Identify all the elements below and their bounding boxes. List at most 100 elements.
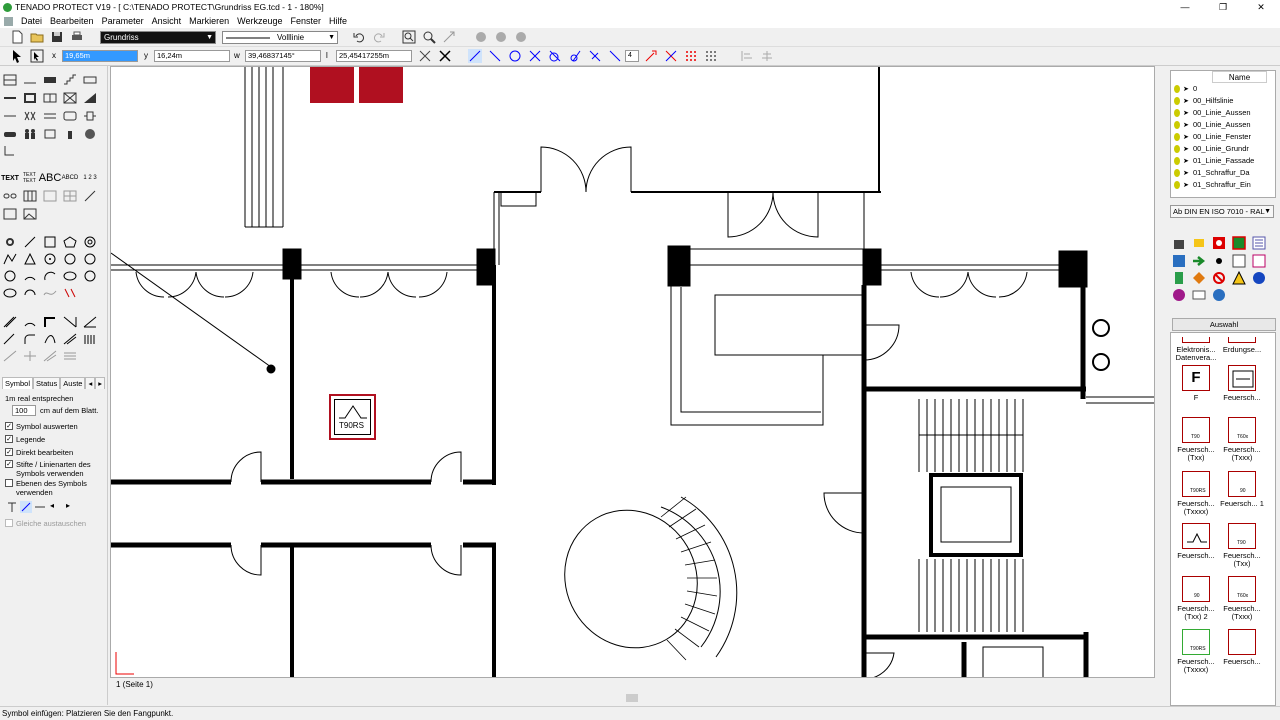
- symbol-item[interactable]: Elektronis... Datenvera...: [1173, 337, 1219, 362]
- hazard-diamond-icon[interactable]: [1192, 271, 1206, 285]
- scale-input[interactable]: 100: [12, 405, 36, 416]
- layer-row[interactable]: ➤ 00_Linie_Aussen: [1171, 107, 1271, 119]
- menu-datei[interactable]: Datei: [17, 16, 46, 26]
- polyline-icon[interactable]: [3, 253, 17, 265]
- pointer-icon[interactable]: ➤: [1183, 84, 1191, 95]
- layer-row[interactable]: ➤ 00_Hilfslinie: [1171, 95, 1271, 107]
- offset-icon[interactable]: [23, 316, 37, 328]
- snap-circle-icon[interactable]: [508, 49, 522, 63]
- pointer-icon[interactable]: ➤: [1183, 180, 1191, 191]
- furniture-icon[interactable]: [43, 128, 57, 140]
- tab-scroll-left[interactable]: ◂: [85, 377, 96, 389]
- symbol-item[interactable]: FF: [1173, 365, 1219, 402]
- cloud-download-icon[interactable]: [514, 30, 528, 44]
- cloud-sync-icon[interactable]: [474, 30, 488, 44]
- symbol-item[interactable]: T90RS Feuersch... (Txxxx): [1173, 471, 1219, 516]
- pointer-icon[interactable]: ➤: [1183, 156, 1191, 167]
- symbol-width-icon[interactable]: [34, 501, 46, 513]
- symbol-item[interactable]: Feuersch...: [1219, 629, 1265, 666]
- pointer-icon[interactable]: ➤: [1183, 144, 1191, 155]
- checkbox-box[interactable]: ✓: [5, 448, 13, 456]
- checkbox-symbol-auswerten[interactable]: ✓ Symbol auswerten: [5, 422, 105, 431]
- symbol-item[interactable]: Erdungse...: [1219, 337, 1265, 354]
- break-icon[interactable]: [3, 350, 17, 362]
- lightbulb-icon[interactable]: [1174, 181, 1180, 190]
- cancel-x-icon[interactable]: [438, 49, 452, 63]
- chamfer-icon[interactable]: [3, 333, 17, 345]
- print-icon[interactable]: [70, 30, 84, 44]
- grid-snap-icon[interactable]: [684, 49, 698, 63]
- checkbox-box[interactable]: ✓: [5, 460, 13, 468]
- symbol-item[interactable]: Feuersch...: [1219, 365, 1265, 402]
- layer-name-header[interactable]: Name: [1212, 71, 1267, 83]
- symbol-set-combo[interactable]: Ab DIN EN ISO 7010 - RAL ▼: [1170, 205, 1274, 218]
- image-icon[interactable]: [3, 208, 17, 220]
- menu-ansicht[interactable]: Ansicht: [148, 16, 186, 26]
- snap-free-icon[interactable]: [644, 49, 658, 63]
- first-aid-icon[interactable]: [1232, 236, 1246, 250]
- lightbulb-icon[interactable]: [1174, 133, 1180, 142]
- fillet-icon[interactable]: [23, 333, 37, 345]
- circle-3pt-icon[interactable]: [63, 253, 77, 265]
- symbol-item[interactable]: T60x Feuersch... (Txxx): [1219, 417, 1265, 462]
- font-tool[interactable]: ABC: [39, 172, 62, 184]
- persons-icon[interactable]: [23, 128, 37, 140]
- snap-midpoint-icon[interactable]: [588, 49, 602, 63]
- extinguisher-icon[interactable]: [63, 128, 77, 140]
- lightbulb-icon[interactable]: [1174, 145, 1180, 154]
- layer-row[interactable]: ➤ 01_Schraffur_Ein: [1171, 179, 1271, 191]
- snap-line-icon[interactable]: [468, 49, 482, 63]
- dash-icon[interactable]: [3, 110, 17, 122]
- draw-line-icon[interactable]: [23, 236, 37, 248]
- menu-bearbeiten[interactable]: Bearbeiten: [46, 16, 98, 26]
- symbol-item[interactable]: 90 Feuersch... 1: [1219, 471, 1265, 508]
- page-tab[interactable]: 1 (Seite 1): [110, 678, 1155, 692]
- menu-werkzeuge[interactable]: Werkzeuge: [233, 16, 286, 26]
- corner-icon[interactable]: [43, 316, 57, 328]
- checkbox-box[interactable]: ✓: [5, 422, 13, 430]
- cloud-upload-icon[interactable]: [494, 30, 508, 44]
- cross-arrow-icon[interactable]: [418, 49, 432, 63]
- vertical-scrollbar[interactable]: [1157, 66, 1168, 692]
- layer-combo[interactable]: Grundriss ▼: [100, 31, 216, 44]
- snap-divide-icon[interactable]: [608, 49, 622, 63]
- lightbulb-icon[interactable]: [1174, 97, 1180, 106]
- legend-icon[interactable]: [1252, 254, 1266, 268]
- lightbulb-icon[interactable]: [1174, 109, 1180, 118]
- checkbox-box[interactable]: ✓: [5, 435, 13, 443]
- symbol-item[interactable]: T90RS Feuersch... (Txxxx): [1173, 629, 1219, 674]
- freehand-icon[interactable]: [43, 287, 57, 299]
- zoom-all-icon[interactable]: [442, 30, 456, 44]
- checkbox-legende[interactable]: ✓ Legende: [5, 435, 105, 444]
- arc-open-icon[interactable]: [23, 287, 37, 299]
- polygon-icon[interactable]: [23, 253, 37, 265]
- cross-box-icon[interactable]: [63, 92, 77, 104]
- restore-button[interactable]: ❐: [1204, 0, 1242, 14]
- ellipse-outline-icon[interactable]: [3, 287, 17, 299]
- circle-outline-icon[interactable]: [3, 270, 17, 282]
- lightbulb-icon[interactable]: [1174, 121, 1180, 130]
- text-multi-tool[interactable]: TEXT TEXT: [23, 172, 37, 184]
- arc-icon[interactable]: [23, 270, 37, 282]
- line-tool-icon[interactable]: [3, 92, 17, 104]
- keyboard-icon[interactable]: [1192, 288, 1206, 302]
- abcd-tool[interactable]: ABCD: [62, 172, 79, 184]
- symbol-item[interactable]: T90 Feuersch... (Txx): [1219, 523, 1265, 568]
- table-icon[interactable]: [23, 190, 37, 202]
- align-center-icon[interactable]: [760, 49, 774, 63]
- tab-status[interactable]: Status: [33, 377, 61, 389]
- lightbulb-icon[interactable]: [1174, 85, 1180, 94]
- save-icon[interactable]: [50, 30, 64, 44]
- snap-off-icon[interactable]: [664, 49, 678, 63]
- scroll-thumb[interactable]: [626, 694, 638, 702]
- pointer-icon[interactable]: ➤: [1183, 120, 1191, 131]
- gear-icon[interactable]: [3, 236, 17, 248]
- points-icon[interactable]: [63, 287, 77, 299]
- assembly-point-icon[interactable]: [1212, 254, 1226, 268]
- auswahl-button[interactable]: Auswahl: [1172, 318, 1276, 331]
- angle-input[interactable]: 39,46837145°: [245, 50, 321, 62]
- stretch-icon[interactable]: [43, 350, 57, 362]
- pointer-icon[interactable]: ➤: [1183, 132, 1191, 143]
- close-button[interactable]: ✕: [1242, 0, 1280, 14]
- numbering-tool[interactable]: 1 2 3: [83, 172, 97, 184]
